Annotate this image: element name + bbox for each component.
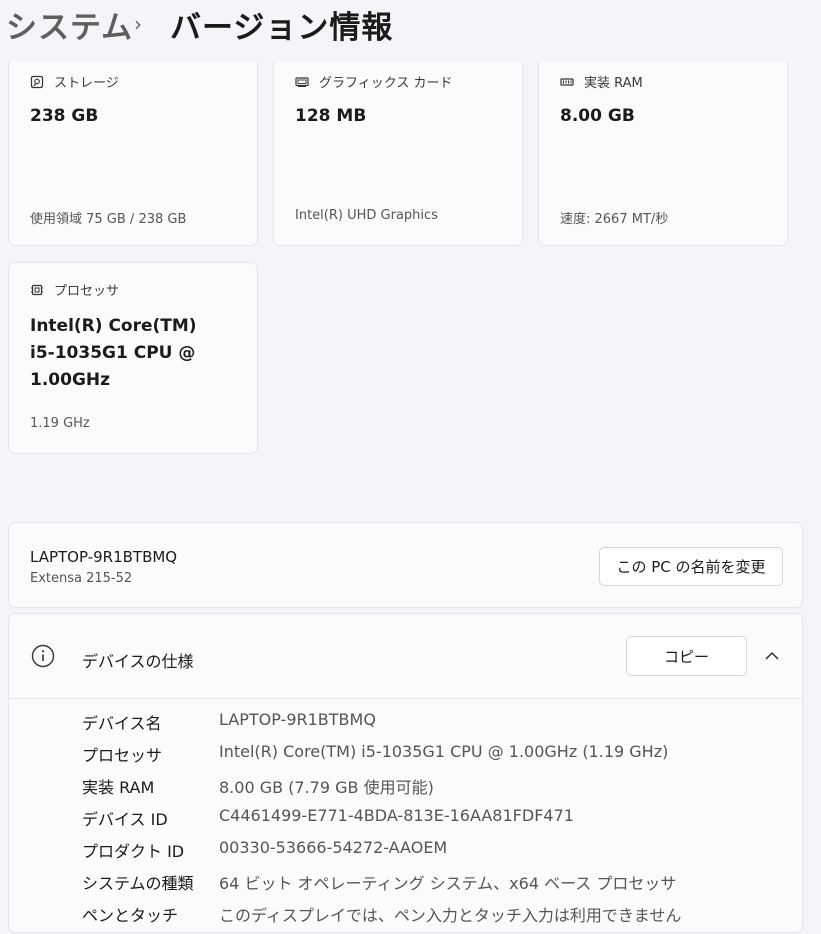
device-specs-title: デバイスの仕様 [82,652,194,671]
graphics-label-row: グラフィックス カード [295,72,452,91]
processor-icon [31,284,43,295]
spec-key: プロセッサ [82,746,163,765]
ram-label: 実装 RAM [584,76,643,91]
spec-key: プロダクト ID [82,842,185,861]
spec-key: システムの種類 [82,874,194,893]
processor-value-line1: Intel(R) Core(TM) [30,316,197,336]
chevron-up-icon[interactable] [763,647,781,665]
page-title: バージョン情報 [170,10,394,46]
spec-value: 8.00 GB (7.79 GB 使用可能) [219,778,434,797]
graphics-value: 128 MB [295,106,367,126]
storage-usage: 使用領域 75 GB / 238 GB [30,212,187,227]
device-specs-card: デバイスの仕様 コピー デバイス名 LAPTOP-9R1BTBMQ プロセッサ In… [8,613,803,933]
storage-card: ストレージ 238 GB 使用領域 75 GB / 238 GB [8,62,258,246]
processor-value-line3: 1.00GHz [30,370,111,390]
spec-value: C4461499-E771-4BDA-813E-16AA81FDF471 [219,806,574,825]
processor-value-line2: i5-1035G1 CPU @ [30,343,196,363]
storage-label: ストレージ [54,76,119,91]
copy-button[interactable]: コピー [626,636,747,676]
graphics-card: グラフィックス カード 128 MB Intel(R) UHD Graphics [273,62,523,246]
storage-value: 238 GB [30,106,99,126]
breadcrumb-separator: › [134,12,142,36]
spec-value: 64 ビット オペレーティング システム、x64 ベース プロセッサ [219,874,677,893]
spec-key: デバイス名 [82,714,162,733]
info-icon [31,644,55,668]
processor-speed: 1.19 GHz [30,416,90,431]
ram-card: 実装 RAM 8.00 GB 速度: 2667 MT/秒 [538,62,788,246]
processor-value: Intel(R) Core(TM) i5-1035G1 CPU @ 1.00GH… [30,313,240,394]
spec-value: このディスプレイでは、ペン入力とタッチ入力は利用できません [219,906,682,925]
spec-value: 00330-53666-54272-AAOEM [219,838,448,857]
ram-icon [560,77,574,86]
processor-label: プロセッサ [54,284,120,299]
graphics-card-icon [295,76,309,87]
spec-key: 実装 RAM [82,778,155,797]
spec-value: LAPTOP-9R1BTBMQ [219,710,376,729]
page-header: システム › バージョン情報 [0,0,821,62]
ram-value: 8.00 GB [560,106,635,126]
device-name: LAPTOP-9R1BTBMQ [30,548,178,566]
processor-label-row: プロセッサ [30,280,119,299]
breadcrumb-system[interactable]: システム [6,2,133,47]
spec-key: デバイス ID [82,810,168,829]
processor-card: プロセッサ Intel(R) Core(TM) i5-1035G1 CPU @ … [8,262,258,454]
spec-key: ペンとタッチ [82,906,179,925]
storage-icon [30,75,44,88]
ram-label-row: 実装 RAM [560,72,643,91]
graphics-label: グラフィックス カード [319,76,453,91]
device-specs-header[interactable]: デバイスの仕様 コピー [9,614,802,699]
rename-pc-button[interactable]: この PC の名前を変更 [599,547,783,586]
storage-label-row: ストレージ [30,72,119,91]
ram-speed: 速度: 2667 MT/秒 [560,212,669,227]
graphics-name: Intel(R) UHD Graphics [295,208,438,223]
device-model: Extensa 215-52 [30,571,133,586]
spec-value: Intel(R) Core(TM) i5-1035G1 CPU @ 1.00GH… [219,742,669,761]
device-name-card: LAPTOP-9R1BTBMQ Extensa 215-52 この PC の名前… [8,522,803,608]
